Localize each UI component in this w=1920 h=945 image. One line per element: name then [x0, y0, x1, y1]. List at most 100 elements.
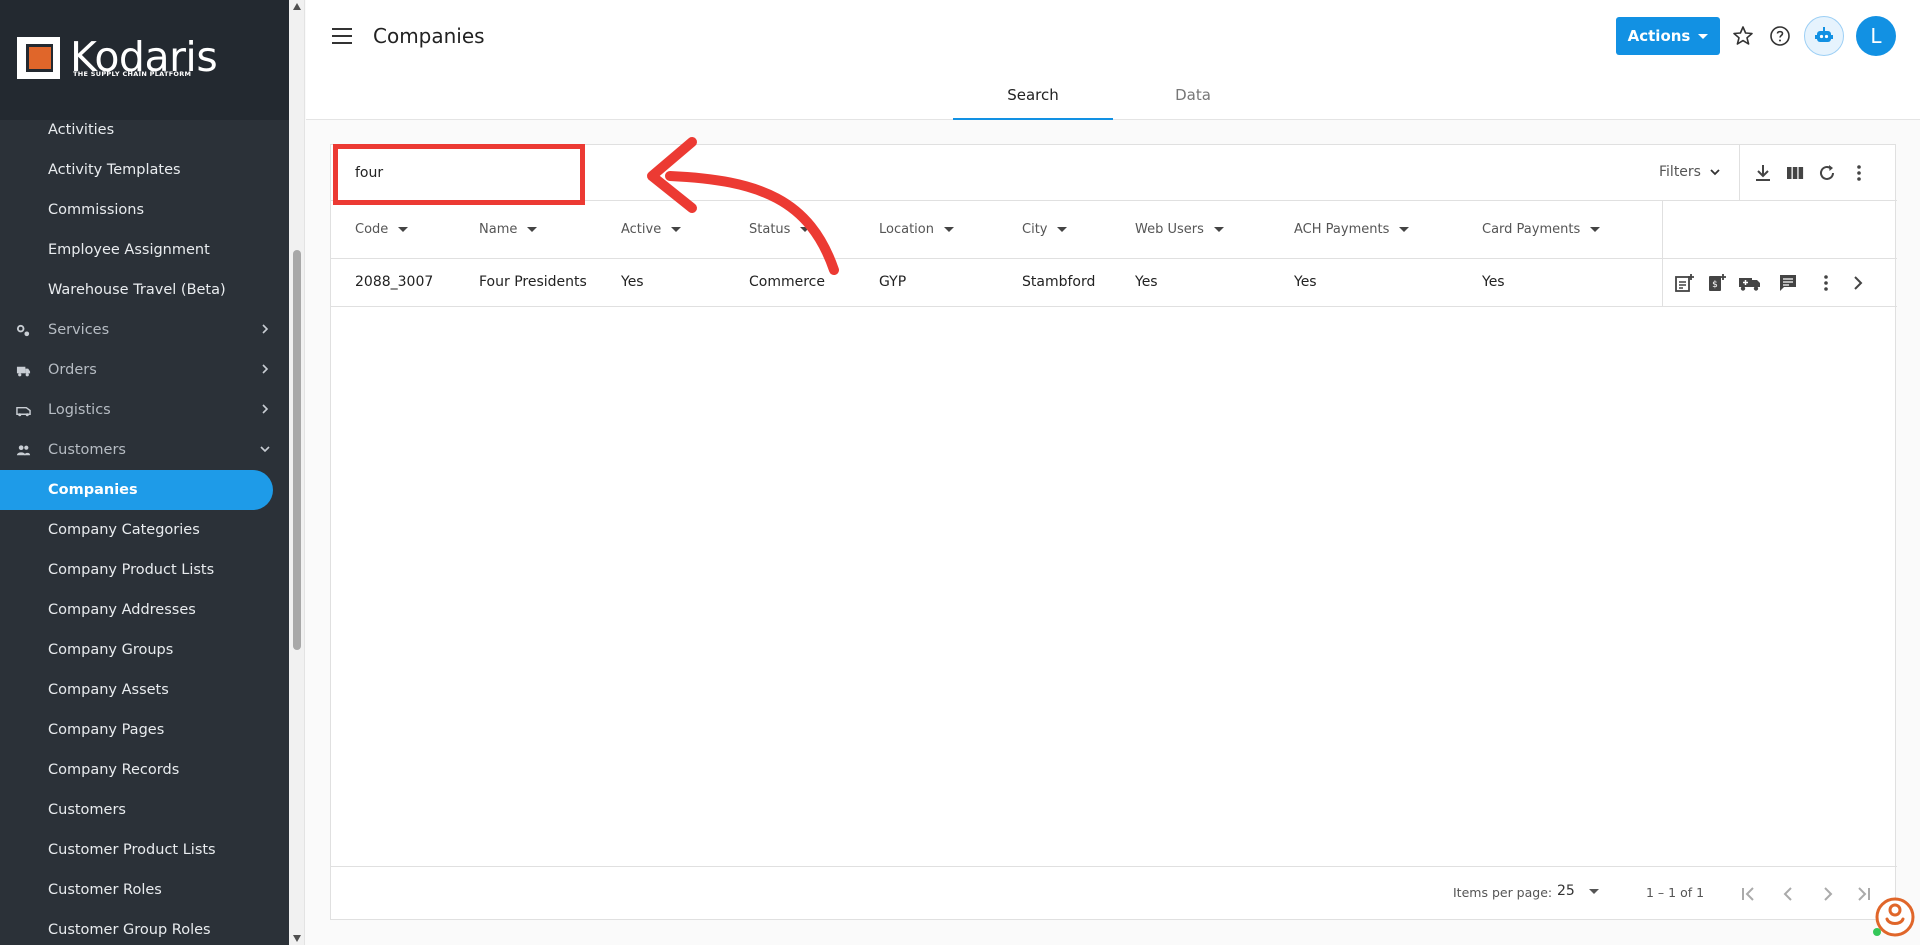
sidebar-item-label: Customer Product Lists [48, 842, 216, 858]
first-page-icon[interactable] [1737, 883, 1759, 905]
cell-code: 2088_3007 [355, 274, 434, 290]
scrollbar-thumb[interactable] [293, 250, 301, 650]
more-vertical-icon[interactable] [1815, 272, 1837, 294]
sidebar-item-company-assets[interactable]: Company Assets [0, 670, 289, 710]
sidebar-item-company-groups[interactable]: Company Groups [0, 630, 289, 670]
view-tabs: Search Data [953, 78, 1273, 120]
sidebar-item-label: Company Categories [48, 522, 200, 538]
sidebar-item-customer-product-lists[interactable]: Customer Product Lists [0, 830, 289, 870]
sidebar-section-orders[interactable]: Orders [0, 350, 289, 390]
sort-caret-icon [1399, 227, 1410, 232]
hamburger-menu-icon[interactable] [332, 28, 352, 44]
sidebar-item-company-pages[interactable]: Company Pages [0, 710, 289, 750]
items-per-page-label: Items per page: [1453, 885, 1553, 900]
column-header-card-payments[interactable]: Card Payments [1482, 222, 1601, 237]
add-note-icon[interactable] [1673, 272, 1695, 294]
brand-tagline: THE SUPPLY CHAIN PLATFORM [73, 70, 192, 78]
star-icon[interactable] [1731, 24, 1755, 48]
next-page-icon[interactable] [1817, 883, 1839, 905]
sidebar-item-employee-assignment[interactable]: Employee Assignment [0, 230, 289, 270]
sidebar-nav: Activities Activity Templates Commission… [0, 110, 289, 945]
sidebar-section-customers[interactable]: Customers [0, 430, 289, 470]
sidebar-item-companies[interactable]: Companies [0, 470, 273, 510]
sidebar-item-company-records[interactable]: Company Records [0, 750, 289, 790]
toolbar-divider [1739, 145, 1740, 201]
tab-search[interactable]: Search [953, 78, 1113, 120]
sidebar-scrollbar[interactable] [289, 0, 305, 945]
column-header-label: Card Payments [1482, 222, 1581, 237]
cell-active: Yes [621, 274, 644, 290]
sidebar-section-logistics[interactable]: Logistics [0, 390, 289, 430]
sidebar-item-label: Company Assets [48, 682, 169, 698]
scroll-up-arrow-icon[interactable] [293, 3, 301, 10]
column-header-label: City [1022, 222, 1048, 237]
download-icon[interactable] [1752, 162, 1774, 184]
sidebar-item-label: Customers [48, 442, 126, 458]
sidebar-item-customer-group-roles[interactable]: Customer Group Roles [0, 910, 289, 945]
cell-status: Commerce [749, 274, 825, 290]
cell-web-users: Yes [1135, 274, 1158, 290]
sidebar-item-label: Logistics [48, 402, 111, 418]
sidebar-item-warehouse-travel[interactable]: Warehouse Travel (Beta) [0, 270, 289, 310]
sidebar-item-customers[interactable]: Customers [0, 790, 289, 830]
items-per-page-select[interactable]: 25 [1557, 883, 1599, 899]
add-invoice-icon[interactable]: $ [1705, 272, 1727, 294]
columns-icon[interactable] [1784, 162, 1806, 184]
last-page-icon[interactable] [1857, 883, 1871, 905]
help-icon[interactable] [1768, 24, 1792, 48]
sidebar-item-label: Customer Group Roles [48, 922, 211, 938]
cell-ach-payments: Yes [1294, 274, 1317, 290]
sidebar-item-company-addresses[interactable]: Company Addresses [0, 590, 289, 630]
previous-page-icon[interactable] [1777, 883, 1799, 905]
sidebar-item-commissions[interactable]: Commissions [0, 190, 289, 230]
column-header-web-users[interactable]: Web Users [1135, 222, 1224, 237]
actions-button[interactable]: Actions [1616, 17, 1720, 55]
chevron-down-icon [1710, 169, 1720, 176]
column-header-active[interactable]: Active [621, 222, 682, 237]
sidebar-section-services[interactable]: Services [0, 310, 289, 350]
sort-caret-icon [943, 227, 954, 232]
sidebar: Kodaris THE SUPPLY CHAIN PLATFORM Activi… [0, 0, 289, 945]
filters-label: Filters [1659, 164, 1701, 180]
column-header-ach-payments[interactable]: ACH Payments [1294, 222, 1410, 237]
active-tab-indicator [953, 118, 1113, 120]
sidebar-item-customer-roles[interactable]: Customer Roles [0, 870, 289, 910]
column-header-label: Location [879, 222, 934, 237]
column-header-name[interactable]: Name [479, 222, 538, 237]
comment-icon[interactable] [1777, 272, 1799, 294]
sidebar-item-company-product-lists[interactable]: Company Product Lists [0, 550, 289, 590]
logo-area: Kodaris THE SUPPLY CHAIN PLATFORM [0, 0, 289, 120]
search-input[interactable] [355, 165, 575, 181]
people-icon [16, 445, 31, 456]
refresh-icon[interactable] [1816, 162, 1838, 184]
assistant-bot-button[interactable] [1804, 16, 1844, 56]
chevron-right-icon [262, 404, 269, 414]
sidebar-item-activities[interactable]: Activities [0, 110, 289, 150]
column-header-code[interactable]: Code [355, 222, 409, 237]
filters-dropdown[interactable]: Filters [1659, 164, 1721, 180]
user-avatar[interactable]: L [1856, 16, 1896, 56]
more-vertical-icon[interactable] [1848, 162, 1870, 184]
column-header-city[interactable]: City [1022, 222, 1068, 237]
sidebar-item-company-categories[interactable]: Company Categories [0, 510, 289, 550]
sort-caret-icon [671, 227, 682, 232]
column-header-location[interactable]: Location [879, 222, 954, 237]
sidebar-item-label: Orders [48, 362, 97, 378]
tab-data[interactable]: Data [1113, 78, 1273, 120]
robot-icon [1815, 27, 1833, 42]
scroll-down-arrow-icon[interactable] [293, 935, 301, 942]
sidebar-item-activity-templates[interactable]: Activity Templates [0, 150, 289, 190]
sort-caret-icon [1213, 227, 1224, 232]
chat-support-icon[interactable] [1871, 895, 1915, 939]
sort-caret-icon [1590, 227, 1601, 232]
table-row[interactable]: 2088_3007 Four Presidents Yes Commerce G… [331, 259, 1897, 307]
chevron-right-icon[interactable] [1847, 272, 1869, 294]
sidebar-item-label: Activity Templates [48, 162, 181, 178]
column-header-label: ACH Payments [1294, 222, 1390, 237]
column-header-status[interactable]: Status [749, 222, 811, 237]
gears-icon [16, 324, 30, 337]
actions-button-label: Actions [1627, 27, 1691, 45]
column-header-label: Code [355, 222, 389, 237]
column-header-label: Status [749, 222, 791, 237]
add-shipment-icon[interactable] [1737, 272, 1763, 294]
